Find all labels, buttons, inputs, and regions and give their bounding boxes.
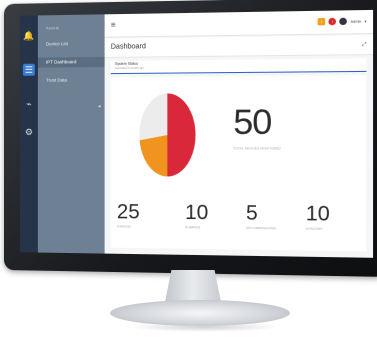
total-value: 50	[233, 103, 271, 143]
status-title: System Status	[115, 62, 138, 66]
dashboard-card: 50 TOTAL DEVICES MONITORED 25 IN REGION …	[111, 75, 367, 251]
pie-slice	[167, 93, 195, 176]
stat-value: 5	[246, 202, 258, 226]
expand-icon[interactable]: ⤢	[362, 41, 366, 47]
warning-icon[interactable]: !	[318, 18, 326, 25]
monitor-frame: 🔔 ☰ ⌁ ⚙ Assets Device List IPT Dashboard…	[4, 0, 377, 277]
nav-item-trust-data[interactable]: Trust Data	[38, 75, 105, 86]
status-subtitle: Generated 5 minutes ago	[115, 67, 144, 70]
stat-caption: IN SERVICE	[185, 226, 200, 229]
alert-icon[interactable]: !	[329, 18, 337, 25]
collapse-arrow-icon[interactable]: ◂	[98, 104, 101, 110]
stat-caption: IN FACTORY	[306, 228, 323, 231]
stat-value: 25	[117, 201, 140, 225]
pie-slice	[140, 135, 168, 177]
nav-item-label: Trust Data	[46, 77, 67, 82]
nav-item-device-list[interactable]: Device List	[38, 39, 105, 50]
gear-icon[interactable]: ⚙	[23, 126, 35, 138]
stat-value: 10	[306, 203, 330, 227]
stat-caption: NOT COMMUNICATING	[246, 227, 276, 230]
bell-icon[interactable]: 🔔	[23, 30, 35, 42]
icon-rail: 🔔 ☰ ⌁ ⚙	[20, 15, 38, 252]
nav-item-label: Device List	[46, 41, 68, 46]
screen: 🔔 ☰ ⌁ ⚙ Assets Device List IPT Dashboard…	[20, 10, 373, 258]
avatar-icon[interactable]	[340, 18, 348, 25]
main-content: ≡ ! ! Admin ▾ Dashboard ⤢ System Status …	[105, 10, 373, 258]
top-icons: ! ! Admin ▾	[318, 17, 367, 25]
user-name[interactable]: Admin	[350, 19, 361, 23]
nav-item-ipt-dashboard[interactable]: IPT Dashboard	[38, 57, 105, 68]
system-status-panel: System Status Generated 5 minutes ago	[111, 58, 367, 74]
nav-section-title: Assets	[46, 25, 59, 30]
total-caption: TOTAL DEVICES MONITORED	[233, 146, 280, 150]
page-header: Dashboard ⤢	[105, 35, 373, 58]
list-icon[interactable]: ☰	[23, 64, 35, 76]
nav-panel: Assets Device List IPT Dashboard Trust D…	[38, 14, 105, 253]
monitor-base	[110, 300, 290, 326]
pie-slice	[139, 93, 167, 140]
menu-icon[interactable]: ≡	[111, 20, 116, 29]
chevron-down-icon[interactable]: ▾	[365, 19, 367, 23]
activity-icon[interactable]: ⌁	[23, 98, 35, 110]
stat-caption: IN REGION	[117, 225, 131, 228]
pie-chart	[137, 91, 197, 179]
top-bar: ≡ ! ! Admin ▾	[105, 10, 373, 38]
page-title: Dashboard	[111, 43, 146, 51]
nav-item-label: IPT Dashboard	[46, 59, 76, 64]
stat-value: 10	[185, 202, 208, 226]
